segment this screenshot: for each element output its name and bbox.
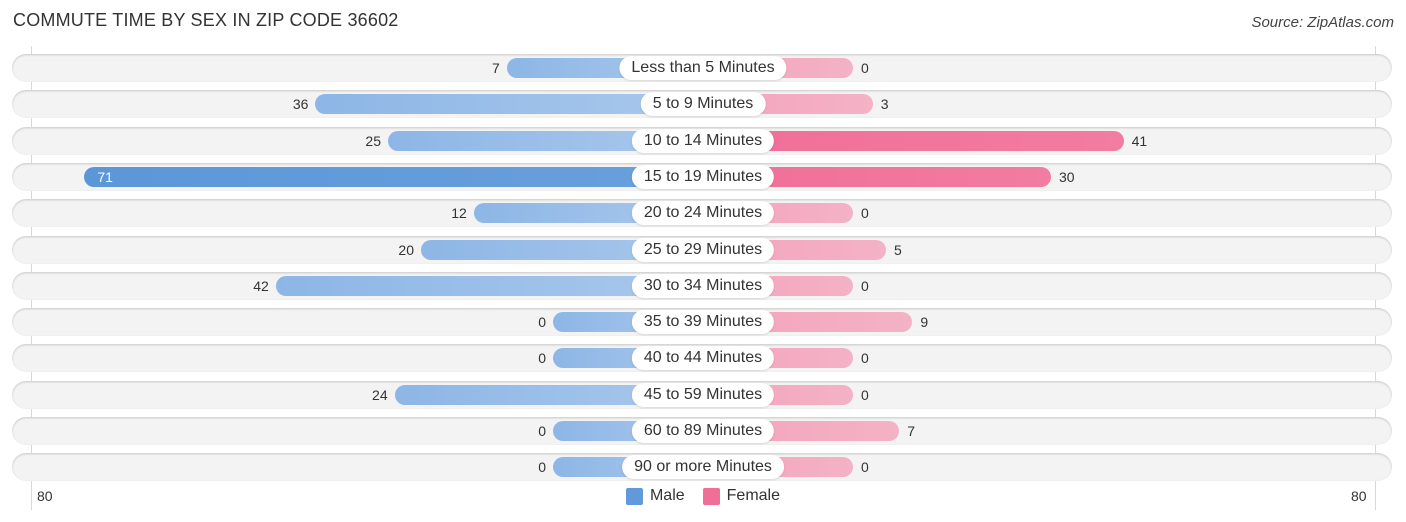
chart-title: COMMUTE TIME BY SEX IN ZIP CODE 36602 [13, 10, 399, 30]
male-value-label: 24 [372, 386, 388, 403]
category-label: 35 to 39 Minutes [631, 310, 775, 335]
male-value-label: 12 [451, 205, 467, 222]
female-value-label: 0 [861, 60, 869, 76]
male-value-label: 0 [538, 423, 546, 439]
male-value-label: 42 [253, 277, 269, 294]
source-label: Source: ZipAtlas.com [1251, 14, 1394, 31]
category-label: 5 to 9 Minutes [640, 92, 766, 117]
female-value-label: 0 [861, 386, 869, 403]
category-label: 25 to 29 Minutes [631, 237, 775, 262]
legend-label-male: Male [649, 487, 685, 504]
male-value-label: 20 [398, 241, 414, 258]
male-value-label: 7 [492, 60, 500, 76]
male-value-label: 0 [538, 459, 546, 476]
male-value-label: 25 [365, 132, 381, 149]
female-value-label: 9 [920, 314, 929, 331]
female-value-label: 7 [907, 423, 915, 439]
male-value-label: 0 [538, 350, 546, 367]
male-bar[interactable] [84, 166, 703, 187]
female-value-label: 0 [861, 459, 869, 476]
category-label: 20 to 24 Minutes [631, 201, 775, 226]
female-value-label: 3 [880, 96, 889, 113]
legend-item-female[interactable]: Female [702, 487, 781, 505]
category-label: 90 or more Minutes [622, 455, 784, 480]
category-label: 30 to 34 Minutes [631, 273, 775, 298]
female-value-label: 0 [861, 205, 869, 222]
legend-label-female: Female [726, 487, 781, 504]
male-value-label: 71 [97, 168, 113, 185]
male-value-label: 0 [538, 314, 546, 331]
category-label: 45 to 59 Minutes [631, 382, 775, 407]
female-value-label: 5 [894, 241, 902, 258]
male-value-label: 36 [292, 96, 309, 113]
legend-item-male[interactable]: Male [625, 487, 685, 505]
male-swatch [625, 487, 643, 505]
category-label: Less than 5 Minutes [619, 56, 787, 80]
female-swatch [702, 487, 720, 505]
female-value-label: 0 [861, 277, 869, 294]
female-value-label: 41 [1131, 132, 1148, 149]
category-label: 10 to 14 Minutes [631, 128, 775, 153]
female-value-label: 0 [861, 350, 869, 367]
legend: Male Female [0, 487, 1406, 505]
category-label: 15 to 19 Minutes [631, 164, 775, 189]
category-label: 60 to 89 Minutes [631, 419, 775, 443]
female-value-label: 30 [1059, 168, 1075, 185]
category-label: 40 to 44 Minutes [631, 346, 775, 371]
